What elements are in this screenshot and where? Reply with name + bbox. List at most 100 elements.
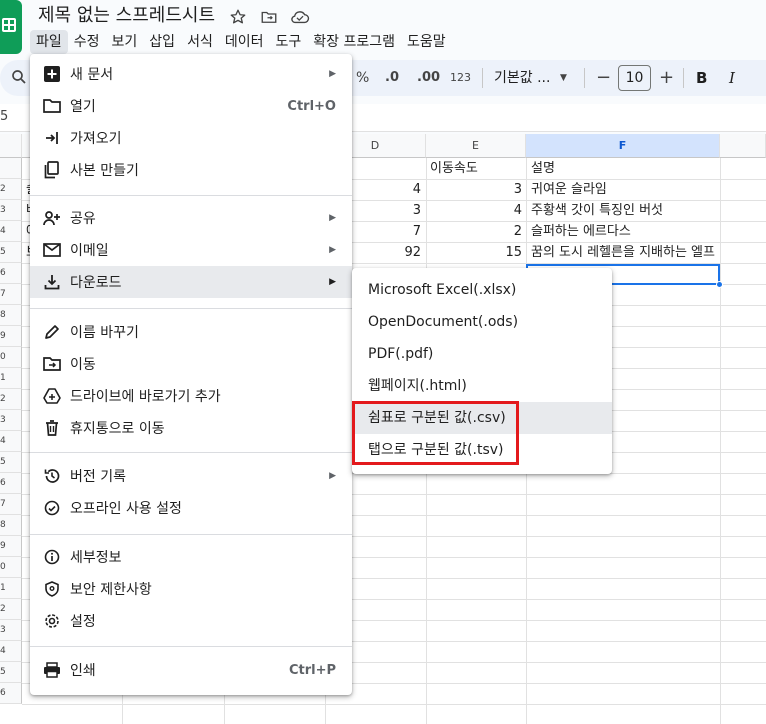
row-header[interactable]: 5 bbox=[0, 242, 22, 263]
row-header[interactable]: 9 bbox=[0, 326, 22, 347]
menu-file[interactable]: 파일 bbox=[30, 30, 68, 54]
row-header[interactable]: 5 bbox=[0, 452, 22, 473]
column-header-g[interactable] bbox=[720, 134, 766, 158]
download-ods[interactable]: OpenDocument(.ods) bbox=[352, 306, 612, 338]
row-header[interactable]: 7 bbox=[0, 494, 22, 515]
cell-f4[interactable]: 슬퍼하는 에르다스 bbox=[531, 221, 719, 242]
row-header[interactable]: 0 bbox=[0, 347, 22, 368]
menu-item-trash[interactable]: 휴지통으로 이동 bbox=[30, 412, 352, 444]
cell-f2[interactable]: 귀여운 슬라임 bbox=[531, 179, 719, 200]
menu-data[interactable]: 데이터 bbox=[219, 30, 270, 54]
column-header-f[interactable]: F bbox=[526, 134, 720, 158]
menu-item-details[interactable]: 세부정보 bbox=[30, 541, 352, 573]
download-xlsx[interactable]: Microsoft Excel(.xlsx) bbox=[352, 274, 612, 306]
menu-item-move[interactable]: 이동 bbox=[30, 348, 352, 380]
folder-icon bbox=[42, 96, 62, 116]
menu-item-open[interactable]: 열기 Ctrl+O bbox=[30, 90, 352, 122]
cell-e1[interactable]: 이동속도 bbox=[430, 158, 478, 179]
menu-item-import[interactable]: 가져오기 bbox=[30, 122, 352, 154]
row-header[interactable] bbox=[0, 158, 22, 179]
row-header[interactable]: 2 bbox=[0, 389, 22, 410]
increase-decimal-button[interactable]: .00 bbox=[417, 67, 440, 89]
trash-icon bbox=[42, 418, 62, 438]
column-header-e[interactable]: E bbox=[426, 134, 526, 158]
row-header[interactable]: 7 bbox=[0, 284, 22, 305]
menu-tools[interactable]: 도구 bbox=[269, 30, 307, 54]
font-size-decrease-button[interactable]: − bbox=[596, 67, 611, 89]
menu-item-label: 공유 bbox=[70, 211, 96, 227]
cell-e4[interactable]: 2 bbox=[426, 221, 522, 242]
offline-check-icon bbox=[42, 498, 62, 518]
row-header[interactable]: 3 bbox=[0, 620, 22, 641]
move-folder-icon[interactable] bbox=[258, 6, 280, 28]
menu-help[interactable]: 도움말 bbox=[401, 30, 452, 54]
row-header[interactable]: 1 bbox=[0, 578, 22, 599]
row-header[interactable]: 6 bbox=[0, 473, 22, 494]
cell-f3[interactable]: 주황색 갓이 특징인 버섯 bbox=[531, 200, 719, 221]
row-header[interactable]: 4 bbox=[0, 431, 22, 452]
chevron-down-icon[interactable]: ▼ bbox=[560, 67, 567, 89]
menu-item-security-limits[interactable]: 보안 제한사항 bbox=[30, 573, 352, 605]
cloud-saved-icon[interactable] bbox=[289, 6, 311, 28]
font-size-increase-button[interactable]: + bbox=[659, 67, 674, 89]
menu-item-rename[interactable]: 이름 바꾸기 bbox=[30, 316, 352, 348]
sheets-logo[interactable] bbox=[0, 0, 22, 54]
drive-shortcut-icon bbox=[42, 386, 62, 406]
row-header[interactable]: 4 bbox=[0, 641, 22, 662]
row-header[interactable]: 3 bbox=[0, 410, 22, 431]
menu-extensions[interactable]: 확장 프로그램 bbox=[307, 30, 401, 54]
search-menus-icon[interactable] bbox=[10, 68, 28, 90]
row-header[interactable]: 0 bbox=[0, 557, 22, 578]
row-header[interactable]: 3 bbox=[0, 200, 22, 221]
italic-button[interactable]: I bbox=[729, 67, 735, 89]
file-menu: 새 문서 ▶ 열기 Ctrl+O 가져오기 사본 만들기 공유 ▶ 이메일 ▶ … bbox=[30, 54, 352, 695]
font-family-select[interactable]: 기본값 ... bbox=[494, 67, 550, 89]
row-header[interactable]: 8 bbox=[0, 305, 22, 326]
cell-e2[interactable]: 3 bbox=[426, 179, 522, 200]
download-html[interactable]: 웹페이지(.html) bbox=[352, 370, 612, 402]
menu-item-label: 가져오기 bbox=[70, 131, 122, 147]
menu-item-download[interactable]: 다운로드 ▶ bbox=[30, 266, 352, 298]
menu-edit[interactable]: 수정 bbox=[68, 30, 106, 54]
plus-box-icon bbox=[42, 64, 62, 84]
row-header[interactable]: 2 bbox=[0, 179, 22, 200]
row-header[interactable]: 6 bbox=[0, 683, 22, 704]
menu-item-version-history[interactable]: 버전 기록 ▶ bbox=[30, 460, 352, 492]
font-size-input[interactable]: 10 bbox=[618, 65, 651, 91]
row-header[interactable]: 9 bbox=[0, 536, 22, 557]
percent-format-button[interactable]: % bbox=[356, 67, 369, 89]
download-pdf[interactable]: PDF(.pdf) bbox=[352, 338, 612, 370]
document-title[interactable]: 제목 없는 스프레드시트 bbox=[38, 4, 215, 28]
menu-view[interactable]: 보기 bbox=[106, 30, 144, 54]
menu-item-label: 열기 bbox=[70, 99, 96, 115]
name-box[interactable]: 5 bbox=[0, 109, 8, 124]
menu-item-print[interactable]: 인쇄 Ctrl+P bbox=[30, 654, 352, 686]
fill-handle[interactable] bbox=[716, 281, 723, 288]
menu-item-new[interactable]: 새 문서 ▶ bbox=[30, 58, 352, 90]
number-format-button[interactable]: 123 bbox=[450, 67, 471, 89]
cell-f5[interactable]: 꿈의 도시 레헬른을 지배하는 엘프 bbox=[531, 242, 721, 263]
cell-e5[interactable]: 15 bbox=[426, 242, 522, 263]
bold-button[interactable]: B bbox=[696, 67, 707, 89]
row-header[interactable]: 4 bbox=[0, 221, 22, 242]
menu-item-copy[interactable]: 사본 만들기 bbox=[30, 154, 352, 186]
row-header[interactable]: 6 bbox=[0, 263, 22, 284]
menu-item-label: 인쇄 bbox=[70, 663, 96, 679]
select-all-corner[interactable] bbox=[0, 134, 22, 158]
row-header[interactable]: 1 bbox=[0, 368, 22, 389]
cell-f1[interactable]: 설명 bbox=[531, 158, 555, 179]
menu-item-email[interactable]: 이메일 ▶ bbox=[30, 234, 352, 266]
menu-insert[interactable]: 삽입 bbox=[143, 30, 181, 54]
menu-item-add-shortcut[interactable]: 드라이브에 바로가기 추가 bbox=[30, 380, 352, 412]
menu-item-offline[interactable]: 오프라인 사용 설정 bbox=[30, 492, 352, 524]
decrease-decimal-button[interactable]: .0 bbox=[385, 67, 399, 89]
row-header[interactable]: 2 bbox=[0, 599, 22, 620]
menu-item-share[interactable]: 공유 ▶ bbox=[30, 202, 352, 234]
row-header[interactable]: 8 bbox=[0, 515, 22, 536]
cell-e3[interactable]: 4 bbox=[426, 200, 522, 221]
row-header[interactable]: 5 bbox=[0, 662, 22, 683]
menu-format[interactable]: 서식 bbox=[181, 30, 219, 54]
menu-item-settings[interactable]: 설정 bbox=[30, 605, 352, 637]
star-icon[interactable] bbox=[227, 6, 249, 28]
menu-item-label: 드라이브에 바로가기 추가 bbox=[70, 389, 221, 405]
